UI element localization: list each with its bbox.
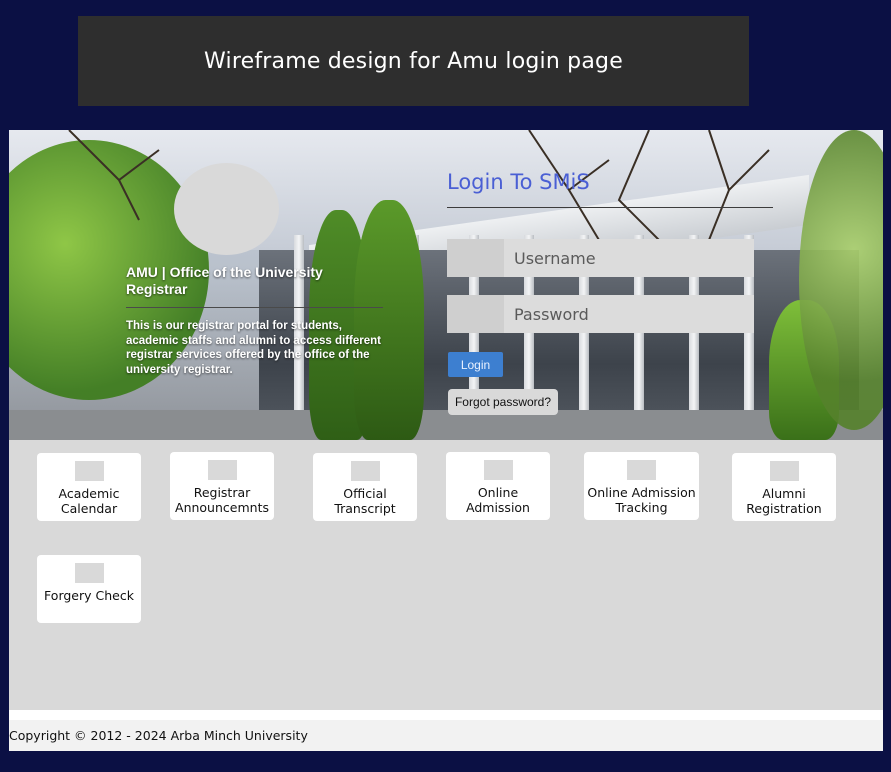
service-label: Alumni Registration	[746, 486, 822, 516]
service-card-academic-calendar[interactable]: Academic Calendar	[37, 453, 141, 521]
username-field[interactable]: Username	[447, 239, 754, 277]
service-card-forgery-check[interactable]: Forgery Check	[37, 555, 141, 623]
wireframe-title-bar: Wireframe design for Amu login page	[78, 16, 749, 106]
service-label: Academic Calendar	[58, 486, 120, 516]
login-page-frame: AMU | Office of the University Registrar…	[9, 130, 883, 751]
copyright-text: Copyright © 2012 - 2024 Arba Minch Unive…	[9, 728, 308, 743]
shield-icon	[74, 563, 104, 583]
username-placeholder[interactable]: Username	[504, 239, 754, 277]
password-placeholder[interactable]: Password	[504, 295, 754, 333]
admission-icon	[483, 460, 513, 480]
divider	[447, 207, 773, 208]
footer: Copyright © 2012 - 2024 Arba Minch Unive…	[9, 720, 883, 751]
calendar-icon	[74, 461, 104, 481]
tracking-icon	[627, 460, 656, 480]
service-card-alumni-registration[interactable]: Alumni Registration	[732, 453, 836, 521]
transcript-icon	[350, 461, 380, 481]
service-card-registrar-announcements[interactable]: Registrar Announcemnts	[170, 452, 274, 520]
service-label: Online Admission Tracking	[587, 485, 696, 515]
service-card-official-transcript[interactable]: Official Transcript	[313, 453, 417, 521]
org-description: This is our registrar portal for student…	[126, 320, 382, 376]
login-title: Login To SMiS	[447, 170, 590, 194]
footer-spacer	[9, 710, 883, 720]
lock-icon	[447, 295, 504, 333]
password-field[interactable]: Password	[447, 295, 754, 333]
university-logo-placeholder	[174, 163, 279, 255]
login-button[interactable]: Login	[448, 352, 503, 377]
announcement-icon	[207, 460, 237, 480]
forgot-password-button[interactable]: Forgot password?	[448, 389, 558, 415]
hero-banner: AMU | Office of the University Registrar…	[9, 130, 883, 440]
service-label: Official Transcript	[334, 486, 396, 516]
service-card-online-admission-tracking[interactable]: Online Admission Tracking	[584, 452, 699, 520]
service-label: Registrar Announcemnts	[175, 485, 269, 515]
service-label: Online Admission	[466, 485, 530, 515]
user-icon	[447, 239, 504, 277]
page-title: Wireframe design for Amu login page	[204, 48, 623, 74]
service-card-online-admission[interactable]: Online Admission	[446, 452, 550, 520]
service-label: Forgery Check	[44, 588, 134, 603]
alumni-icon	[769, 461, 799, 481]
divider	[126, 307, 383, 308]
org-title: AMU | Office of the University Registrar	[126, 264, 323, 297]
